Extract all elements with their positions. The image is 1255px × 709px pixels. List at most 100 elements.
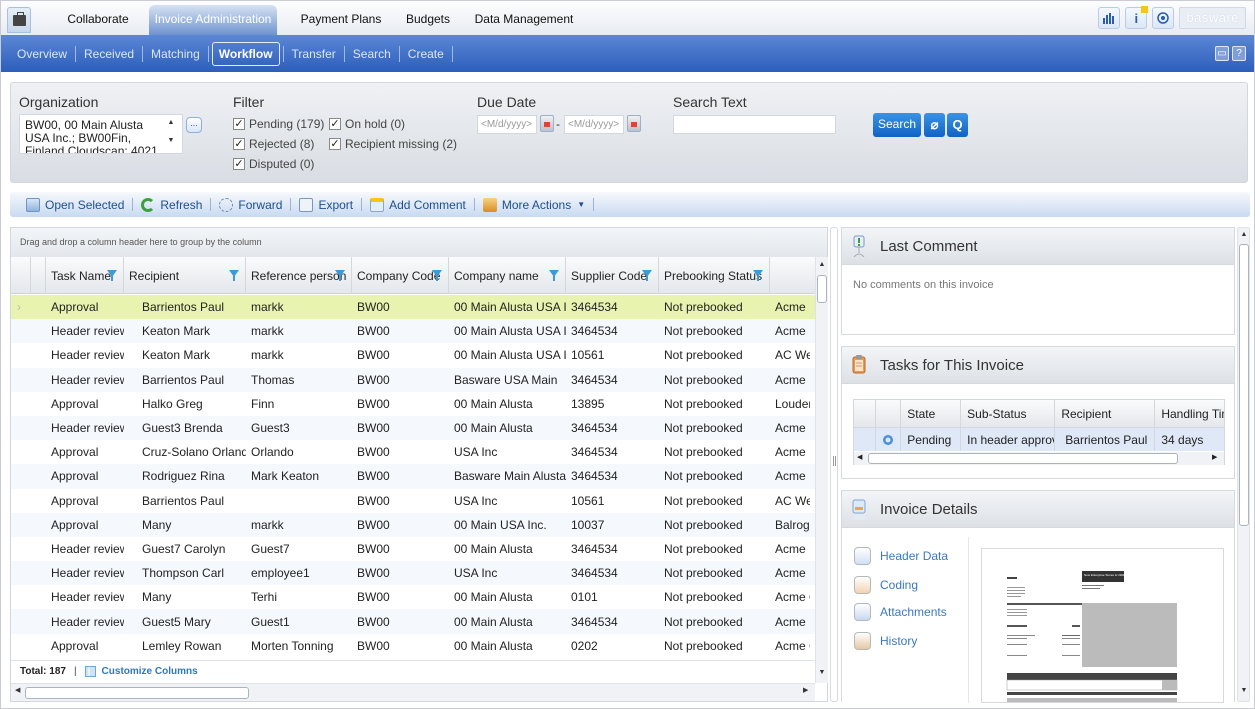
scroll-left-icon[interactable]: ◀ xyxy=(15,686,20,694)
column-header-reference-person[interactable]: Reference person xyxy=(246,257,352,294)
main-tab-invoice-administration[interactable]: Invoice Administration xyxy=(149,5,277,35)
filter-icon[interactable] xyxy=(753,270,763,281)
grid-horizontal-scrollbar[interactable]: ◀ ▶ xyxy=(11,683,815,701)
scroll-up-icon[interactable]: ▲ xyxy=(1238,231,1250,238)
tasks-col-recipient[interactable]: Recipient xyxy=(1055,400,1156,427)
column-header-prebooking-status[interactable]: Prebooking Status xyxy=(659,257,770,294)
sub-tab-transfer[interactable]: Transfer xyxy=(284,47,344,61)
panel-splitter[interactable] xyxy=(830,227,838,702)
keyboard-icon[interactable]: ▭ xyxy=(1215,46,1229,61)
export-button[interactable]: Export xyxy=(291,197,361,212)
splitter-grip-icon[interactable] xyxy=(833,456,836,466)
coding-link[interactable]: Coding xyxy=(854,576,918,594)
filter-pending-checkbox[interactable]: ✓ Pending (179) xyxy=(233,117,324,131)
table-row[interactable]: Approval Halko Greg Finn BW00 00 Main Alusta… xyxy=(11,392,815,416)
clear-search-button[interactable]: ⌀ xyxy=(924,113,945,137)
open-selected-button[interactable]: Open Selected xyxy=(18,197,132,212)
sub-tab-overview[interactable]: Overview xyxy=(9,47,75,61)
table-row[interactable]: Approval Lemley Rowan Morten Tonning BW00 00… xyxy=(11,634,815,658)
table-row[interactable]: Approval Rodriguez Rina Mark Keaton BW00 Bas… xyxy=(11,464,815,489)
help-icon[interactable]: ? xyxy=(1232,46,1246,61)
column-header-company-code[interactable]: Company Code xyxy=(352,257,449,294)
table-row[interactable]: Approval Barrientos Paul BW00 USA Inc 10561 N… xyxy=(11,489,815,513)
column-header-recipient[interactable]: Recipient xyxy=(124,257,246,294)
scroll-down-icon[interactable]: ▼ xyxy=(161,132,181,150)
table-row[interactable]: Header review Many Terhi BW00 00 Main Alusta… xyxy=(11,585,815,609)
scroll-right-icon[interactable]: ▶ xyxy=(803,686,808,694)
main-tab-collaborate[interactable]: Collaborate xyxy=(59,1,137,35)
due-date-from-input[interactable]: <M/d/yyyy> xyxy=(477,115,537,134)
settings-icon[interactable] xyxy=(1152,7,1175,29)
organization-browse-button[interactable]: ... xyxy=(186,117,202,133)
sub-tab-create[interactable]: Create xyxy=(400,47,452,61)
table-row[interactable]: Header review Barrientos Paul Thomas BW00 Ba… xyxy=(11,367,815,392)
table-row[interactable]: › Approval Barrientos Paul markk BW00 00 Main… xyxy=(11,295,815,320)
right-panel-vertical-scrollbar[interactable]: ▲ ▼ xyxy=(1237,227,1250,702)
table-row[interactable]: Approval Many markk BW00 00 Main USA Inc. 100… xyxy=(11,512,815,537)
table-row[interactable]: Header review Keaton Mark markk BW00 00 Main… xyxy=(11,319,815,344)
tasks-table-row[interactable]: Pending In header approval Barrientos Pa… xyxy=(854,428,1224,451)
info-icon[interactable]: i xyxy=(1125,6,1149,29)
scroll-thumb[interactable] xyxy=(1239,244,1249,526)
tasks-col-sub-status[interactable]: Sub-Status xyxy=(961,400,1056,427)
filter-rejected-checkbox[interactable]: ✓ Rejected (8) xyxy=(233,137,314,151)
filter-disputed-checkbox[interactable]: ✓ Disputed (0) xyxy=(233,157,314,171)
sub-tab-workflow[interactable]: Workflow xyxy=(211,41,280,66)
invoice-image-preview[interactable]: New Enterprise Stores & Utilities, Inc. xyxy=(981,548,1224,703)
scroll-up-icon[interactable]: ▲ xyxy=(816,261,828,268)
scroll-up-icon[interactable]: ▲ xyxy=(161,114,181,132)
scroll-thumb[interactable] xyxy=(25,687,249,699)
main-tab-payment-plans[interactable]: Payment Plans xyxy=(293,1,389,35)
column-header-task-name[interactable]: Task Name xyxy=(46,257,124,294)
search-button[interactable]: Search xyxy=(873,113,921,137)
table-row[interactable]: Header review Guest5 Mary Guest1 BW00 00 Mai… xyxy=(11,609,815,634)
scroll-thumb[interactable] xyxy=(817,275,827,303)
filter-on-hold-checkbox[interactable]: ✓ On hold (0) xyxy=(329,117,405,131)
sub-tab-received[interactable]: Received xyxy=(76,47,142,61)
organization-list[interactable]: BW00, 00 Main Alusta USA Inc.; BW00Fin, … xyxy=(19,114,183,154)
calendar-icon[interactable] xyxy=(540,115,554,132)
grid-vertical-scrollbar[interactable]: ▲ ▼ xyxy=(815,257,828,683)
tasks-horizontal-scrollbar[interactable]: ◀ ▶ xyxy=(854,452,1224,465)
due-date-to-input[interactable]: <M/d/yyyy> xyxy=(564,115,624,134)
history-link[interactable]: History xyxy=(854,632,917,650)
scroll-thumb[interactable] xyxy=(868,453,1178,464)
table-row[interactable]: Header review Thompson Carl employee1 BW00 U… xyxy=(11,561,815,586)
column-header-company-name[interactable]: Company name xyxy=(449,257,566,294)
scroll-down-icon[interactable]: ▼ xyxy=(816,669,828,676)
add-comment-button[interactable]: Add Comment xyxy=(362,197,474,212)
forward-button[interactable]: Forward xyxy=(211,197,290,212)
calendar-icon[interactable] xyxy=(627,115,641,132)
table-row[interactable]: Header review Guest3 Brenda Guest3 BW00 00 M… xyxy=(11,415,815,441)
scroll-left-icon[interactable]: ◀ xyxy=(857,453,862,461)
filter-icon[interactable] xyxy=(107,270,117,281)
filter-icon[interactable] xyxy=(229,270,239,281)
scroll-down-icon[interactable]: ▼ xyxy=(1238,687,1250,694)
sub-tab-matching[interactable]: Matching xyxy=(143,47,208,61)
analytics-icon[interactable] xyxy=(1098,7,1121,29)
main-tab-data-management[interactable]: Data Management xyxy=(471,1,577,35)
column-header-supplier-code[interactable]: Supplier Code xyxy=(566,257,659,294)
header-data-link[interactable]: Header Data xyxy=(854,547,948,565)
refresh-button[interactable]: Refresh xyxy=(133,197,210,212)
sub-tab-search[interactable]: Search xyxy=(345,47,399,61)
scroll-right-icon[interactable]: ▶ xyxy=(1212,453,1217,461)
table-row[interactable]: Header review Guest7 Carolyn Guest7 BW00 00 … xyxy=(11,537,815,561)
filter-icon[interactable] xyxy=(432,270,442,281)
tasks-col-handling-time[interactable]: Handling Time xyxy=(1155,400,1224,427)
row-expand-icon[interactable]: › xyxy=(11,300,31,314)
attachments-link[interactable]: Attachments xyxy=(854,603,947,621)
filter-icon[interactable] xyxy=(549,270,559,281)
group-by-drop-area[interactable]: Drag and drop a column header here to gr… xyxy=(11,228,827,257)
filter-recipient-missing-checkbox[interactable]: ✓ Recipient missing (2) xyxy=(329,137,457,151)
more-actions-button[interactable]: More Actions ▼ xyxy=(475,197,593,212)
table-row[interactable]: Approval Cruz-Solano Orlando Orlando BW00 US… xyxy=(11,440,815,464)
organization-list-scrollbar[interactable]: ▲ ▼ xyxy=(161,114,181,154)
search-text-input[interactable] xyxy=(673,115,836,134)
filter-icon[interactable] xyxy=(642,270,652,281)
customize-columns-link[interactable]: Customize Columns xyxy=(84,666,198,677)
filter-icon[interactable] xyxy=(335,270,345,281)
main-tab-budgets[interactable]: Budgets xyxy=(399,1,457,35)
tasks-col-state[interactable]: State xyxy=(901,400,962,427)
table-row[interactable]: Header review Keaton Mark markk BW00 00 Main… xyxy=(11,343,815,367)
